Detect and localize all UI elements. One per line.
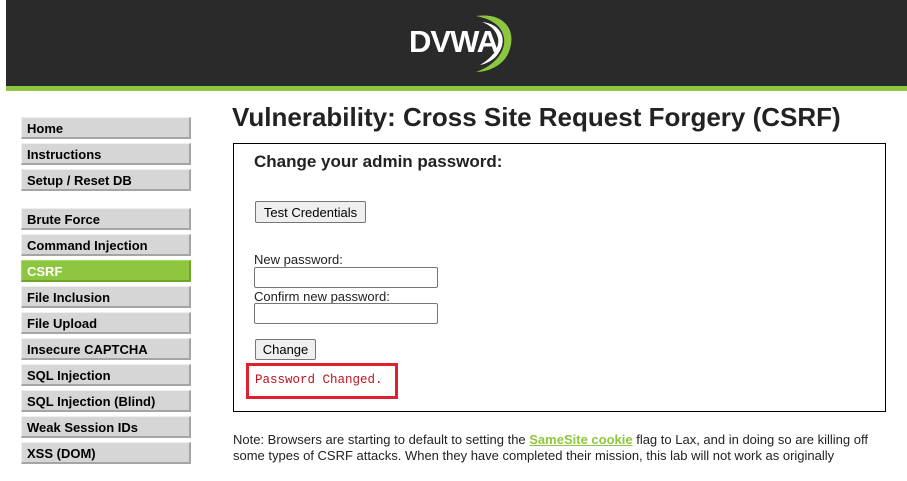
note-text-before: Note: Browsers are starting to default t… bbox=[233, 432, 530, 447]
confirm-password-input[interactable] bbox=[254, 303, 438, 324]
menu-item-setup-reset-db[interactable]: Setup / Reset DB bbox=[21, 169, 191, 191]
form-heading: Change your admin password: bbox=[254, 152, 503, 171]
header-divider bbox=[6, 86, 907, 91]
menu-item-csrf[interactable]: CSRF bbox=[21, 260, 191, 282]
confirm-password-label: Confirm new password: bbox=[254, 289, 390, 304]
menu-item-xss-dom[interactable]: XSS (DOM) bbox=[21, 442, 191, 464]
samesite-note: Note: Browsers are starting to default t… bbox=[233, 432, 893, 464]
menu-item-instructions[interactable]: Instructions bbox=[21, 143, 191, 165]
change-button[interactable]: Change bbox=[255, 339, 316, 360]
menu-item-insecure-captcha[interactable]: Insecure CAPTCHA bbox=[21, 338, 191, 360]
menu-item-command-injection[interactable]: Command Injection bbox=[21, 234, 191, 256]
csrf-form-panel: Change your admin password: Test Credent… bbox=[233, 143, 886, 412]
menu-item-sql-injection-blind[interactable]: SQL Injection (Blind) bbox=[21, 390, 191, 412]
menu-item-file-upload[interactable]: File Upload bbox=[21, 312, 191, 334]
test-credentials-button[interactable]: Test Credentials bbox=[255, 201, 366, 223]
menu-item-home[interactable]: Home bbox=[21, 117, 191, 139]
side-menu: Home Instructions Setup / Reset DB Brute… bbox=[21, 117, 191, 481]
page-title: Vulnerability: Cross Site Request Forger… bbox=[232, 102, 841, 132]
menu-item-weak-session-ids[interactable]: Weak Session IDs bbox=[21, 416, 191, 438]
header: DVWA bbox=[6, 0, 907, 86]
menu-group-vulnerabilities: Brute Force Command Injection CSRF File … bbox=[21, 208, 191, 464]
menu-item-sql-injection[interactable]: SQL Injection bbox=[21, 364, 191, 386]
new-password-input[interactable] bbox=[254, 267, 438, 288]
samesite-cookie-link[interactable]: SameSite cookie bbox=[529, 432, 632, 447]
new-password-label: New password: bbox=[254, 252, 343, 267]
dvwa-logo: DVWA bbox=[409, 24, 499, 59]
password-changed-message: Password Changed. bbox=[246, 363, 398, 399]
menu-item-file-inclusion[interactable]: File Inclusion bbox=[21, 286, 191, 308]
menu-item-brute-force[interactable]: Brute Force bbox=[21, 208, 191, 230]
menu-group-general: Home Instructions Setup / Reset DB bbox=[21, 117, 191, 191]
